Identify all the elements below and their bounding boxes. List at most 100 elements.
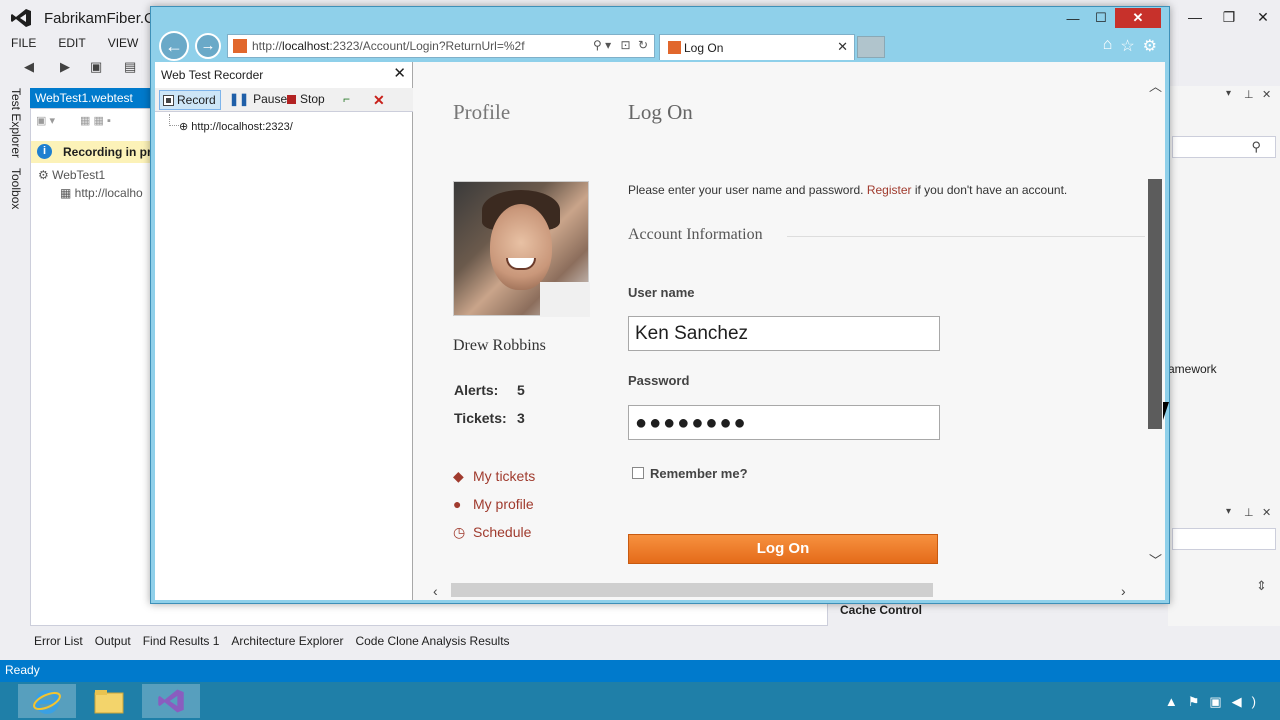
- profile-name: Drew Robbins: [453, 337, 546, 354]
- search-icon[interactable]: ⚲ ▾: [593, 38, 611, 52]
- home-icon[interactable]: ⌂: [1103, 36, 1113, 56]
- network-icon[interactable]: ▣: [1209, 694, 1231, 709]
- solution-explorer-header: ▾ ⊥ ✕: [1172, 88, 1280, 106]
- tab-favicon: [668, 41, 681, 54]
- restore-icon[interactable]: ❐: [1212, 0, 1246, 34]
- pause-icon: ❚❚: [229, 92, 250, 106]
- tab-title: Log On: [684, 41, 724, 55]
- new-tab-button[interactable]: [857, 36, 885, 58]
- back-icon[interactable]: ◀: [24, 59, 34, 75]
- username-input[interactable]: Ken Sanchez: [628, 316, 940, 351]
- webtest-tree-request-label: http://localho: [74, 186, 143, 200]
- remember-checkbox[interactable]: [632, 467, 644, 479]
- ie-forward-button[interactable]: →: [195, 33, 221, 59]
- tab-error-list[interactable]: Error List: [28, 632, 89, 652]
- tickets-stat: Tickets: 3: [454, 410, 525, 426]
- add-comment-icon[interactable]: ⌐: [339, 90, 354, 110]
- menu-view[interactable]: VIEW: [97, 34, 150, 54]
- web-test-recorder-pane: Web Test Recorder ✕ Record ❚❚ Pause Stop …: [155, 62, 413, 600]
- logon-button[interactable]: Log On: [628, 534, 938, 564]
- alerts-count: 5: [517, 382, 525, 398]
- delete-request-icon[interactable]: ✕: [369, 90, 389, 110]
- tab-architecture-explorer[interactable]: Architecture Explorer: [225, 632, 349, 652]
- properties-close-icon[interactable]: ✕: [1262, 506, 1271, 519]
- tab-close-icon[interactable]: ✕: [837, 39, 848, 55]
- solution-item-framework[interactable]: amework: [1168, 362, 1217, 376]
- account-info-rule: [787, 236, 1145, 237]
- visual-studio-icon: [158, 689, 184, 713]
- scroll-stepper-icon[interactable]: ⇕: [1256, 578, 1267, 594]
- properties-pin-icon[interactable]: ⊥: [1244, 506, 1254, 519]
- recorder-toolbar: Record ❚❚ Pause Stop ⌐ ✕: [155, 88, 413, 112]
- system-tray: ▲⚑▣◀): [1165, 694, 1266, 710]
- scroll-right-icon[interactable]: ›: [1121, 583, 1126, 599]
- panel-dropdown-icon[interactable]: ▾: [1226, 88, 1231, 99]
- add-request-icon[interactable]: ▣ ▾: [36, 115, 55, 127]
- tray-arrow-icon[interactable]: ▲: [1165, 694, 1188, 709]
- close-icon[interactable]: ✕: [1246, 0, 1280, 34]
- scroll-down-icon[interactable]: ﹀: [1149, 550, 1162, 569]
- cache-control-property: Cache Control: [840, 603, 923, 617]
- new-project-icon[interactable]: ▣: [90, 59, 102, 75]
- my-profile-link[interactable]: ● My profile: [453, 496, 534, 512]
- minimize-icon[interactable]: —: [1178, 0, 1212, 34]
- solution-search-input[interactable]: ⚲: [1172, 136, 1276, 158]
- stop-button[interactable]: Stop: [283, 90, 329, 110]
- my-tickets-link[interactable]: ◆ My tickets: [453, 468, 535, 485]
- tab-test-explorer[interactable]: Test Explorer: [9, 88, 23, 158]
- password-input[interactable]: ●●●●●●●●: [628, 405, 940, 440]
- vertical-scroll-thumb[interactable]: [1148, 179, 1162, 429]
- record-icon: [163, 95, 174, 106]
- panel-close-icon[interactable]: ✕: [1262, 88, 1271, 101]
- forward-icon[interactable]: ▶: [60, 59, 70, 75]
- recorded-request[interactable]: ⊕ http://localhost:2323/: [179, 120, 293, 133]
- ie-back-button[interactable]: ←: [159, 31, 189, 61]
- tab-code-clone[interactable]: Code Clone Analysis Results: [349, 632, 515, 652]
- ie-maximize-icon[interactable]: ☐: [1087, 8, 1115, 28]
- pause-button[interactable]: ❚❚ Pause: [225, 90, 291, 110]
- bottom-tool-tabs: Error List Output Find Results 1 Archite…: [28, 632, 516, 652]
- properties-object-select[interactable]: [1172, 528, 1276, 550]
- scroll-up-icon[interactable]: ︿: [1149, 76, 1162, 95]
- record-button[interactable]: Record: [159, 90, 221, 110]
- schedule-link[interactable]: ◷ Schedule: [453, 524, 531, 541]
- webtest-tree-root[interactable]: ⚙ WebTest1: [38, 168, 105, 182]
- ie-tab-logon[interactable]: Log On ✕: [659, 34, 855, 60]
- volume-icon[interactable]: ◀): [1232, 694, 1266, 709]
- settings-gear-icon[interactable]: ⚙: [1143, 36, 1157, 56]
- parameterize-icon[interactable]: ▦ ▦ ▪: [80, 115, 111, 127]
- webtest-tree-request[interactable]: ▦ http://localho: [60, 186, 143, 200]
- taskbar-explorer[interactable]: [80, 684, 138, 718]
- menu-edit[interactable]: EDIT: [47, 34, 96, 54]
- person-icon: ●: [453, 496, 462, 512]
- side-tab-strip: Test Explorer Toolbox: [0, 86, 28, 626]
- tab-webtest1[interactable]: WebTest1.webtest: [30, 88, 155, 108]
- properties-dropdown-icon[interactable]: ▾: [1226, 506, 1231, 517]
- profile-photo: [453, 181, 590, 317]
- menu-file[interactable]: FILE: [0, 34, 47, 54]
- register-link[interactable]: Register: [867, 183, 912, 197]
- recorder-title: Web Test Recorder: [161, 68, 264, 82]
- recorder-close-icon[interactable]: ✕: [393, 64, 406, 82]
- tree-connector: [169, 114, 179, 126]
- refresh-icon[interactable]: ↻: [638, 38, 648, 52]
- ie-minimize-icon[interactable]: —: [1059, 8, 1087, 28]
- taskbar-ie[interactable]: [18, 684, 76, 718]
- tab-toolbox[interactable]: Toolbox: [9, 168, 23, 209]
- save-icon[interactable]: ▤: [124, 59, 136, 75]
- flag-icon[interactable]: ⚑: [1188, 694, 1210, 709]
- favorites-star-icon[interactable]: ☆: [1120, 36, 1134, 56]
- compat-view-icon[interactable]: ⊡: [621, 38, 631, 52]
- horizontal-scroll-thumb[interactable]: [451, 583, 933, 597]
- web-page: Profile Log On Drew Robbins Alerts: 5 Tic…: [417, 62, 1145, 580]
- tab-output[interactable]: Output: [89, 632, 137, 652]
- pin-icon[interactable]: ⊥: [1244, 88, 1254, 101]
- address-bar[interactable]: http://localhost:2323/Account/Login?Retu…: [227, 34, 655, 58]
- remember-me[interactable]: Remember me?: [632, 466, 748, 481]
- taskbar-visual-studio[interactable]: [142, 684, 200, 718]
- scroll-left-icon[interactable]: ‹: [433, 583, 438, 599]
- search-icon: ⚲: [1251, 139, 1261, 154]
- ie-close-icon[interactable]: ✕: [1115, 8, 1161, 28]
- vs-window-title: FabrikamFiber.C: [44, 10, 155, 27]
- tab-find-results[interactable]: Find Results 1: [137, 632, 226, 652]
